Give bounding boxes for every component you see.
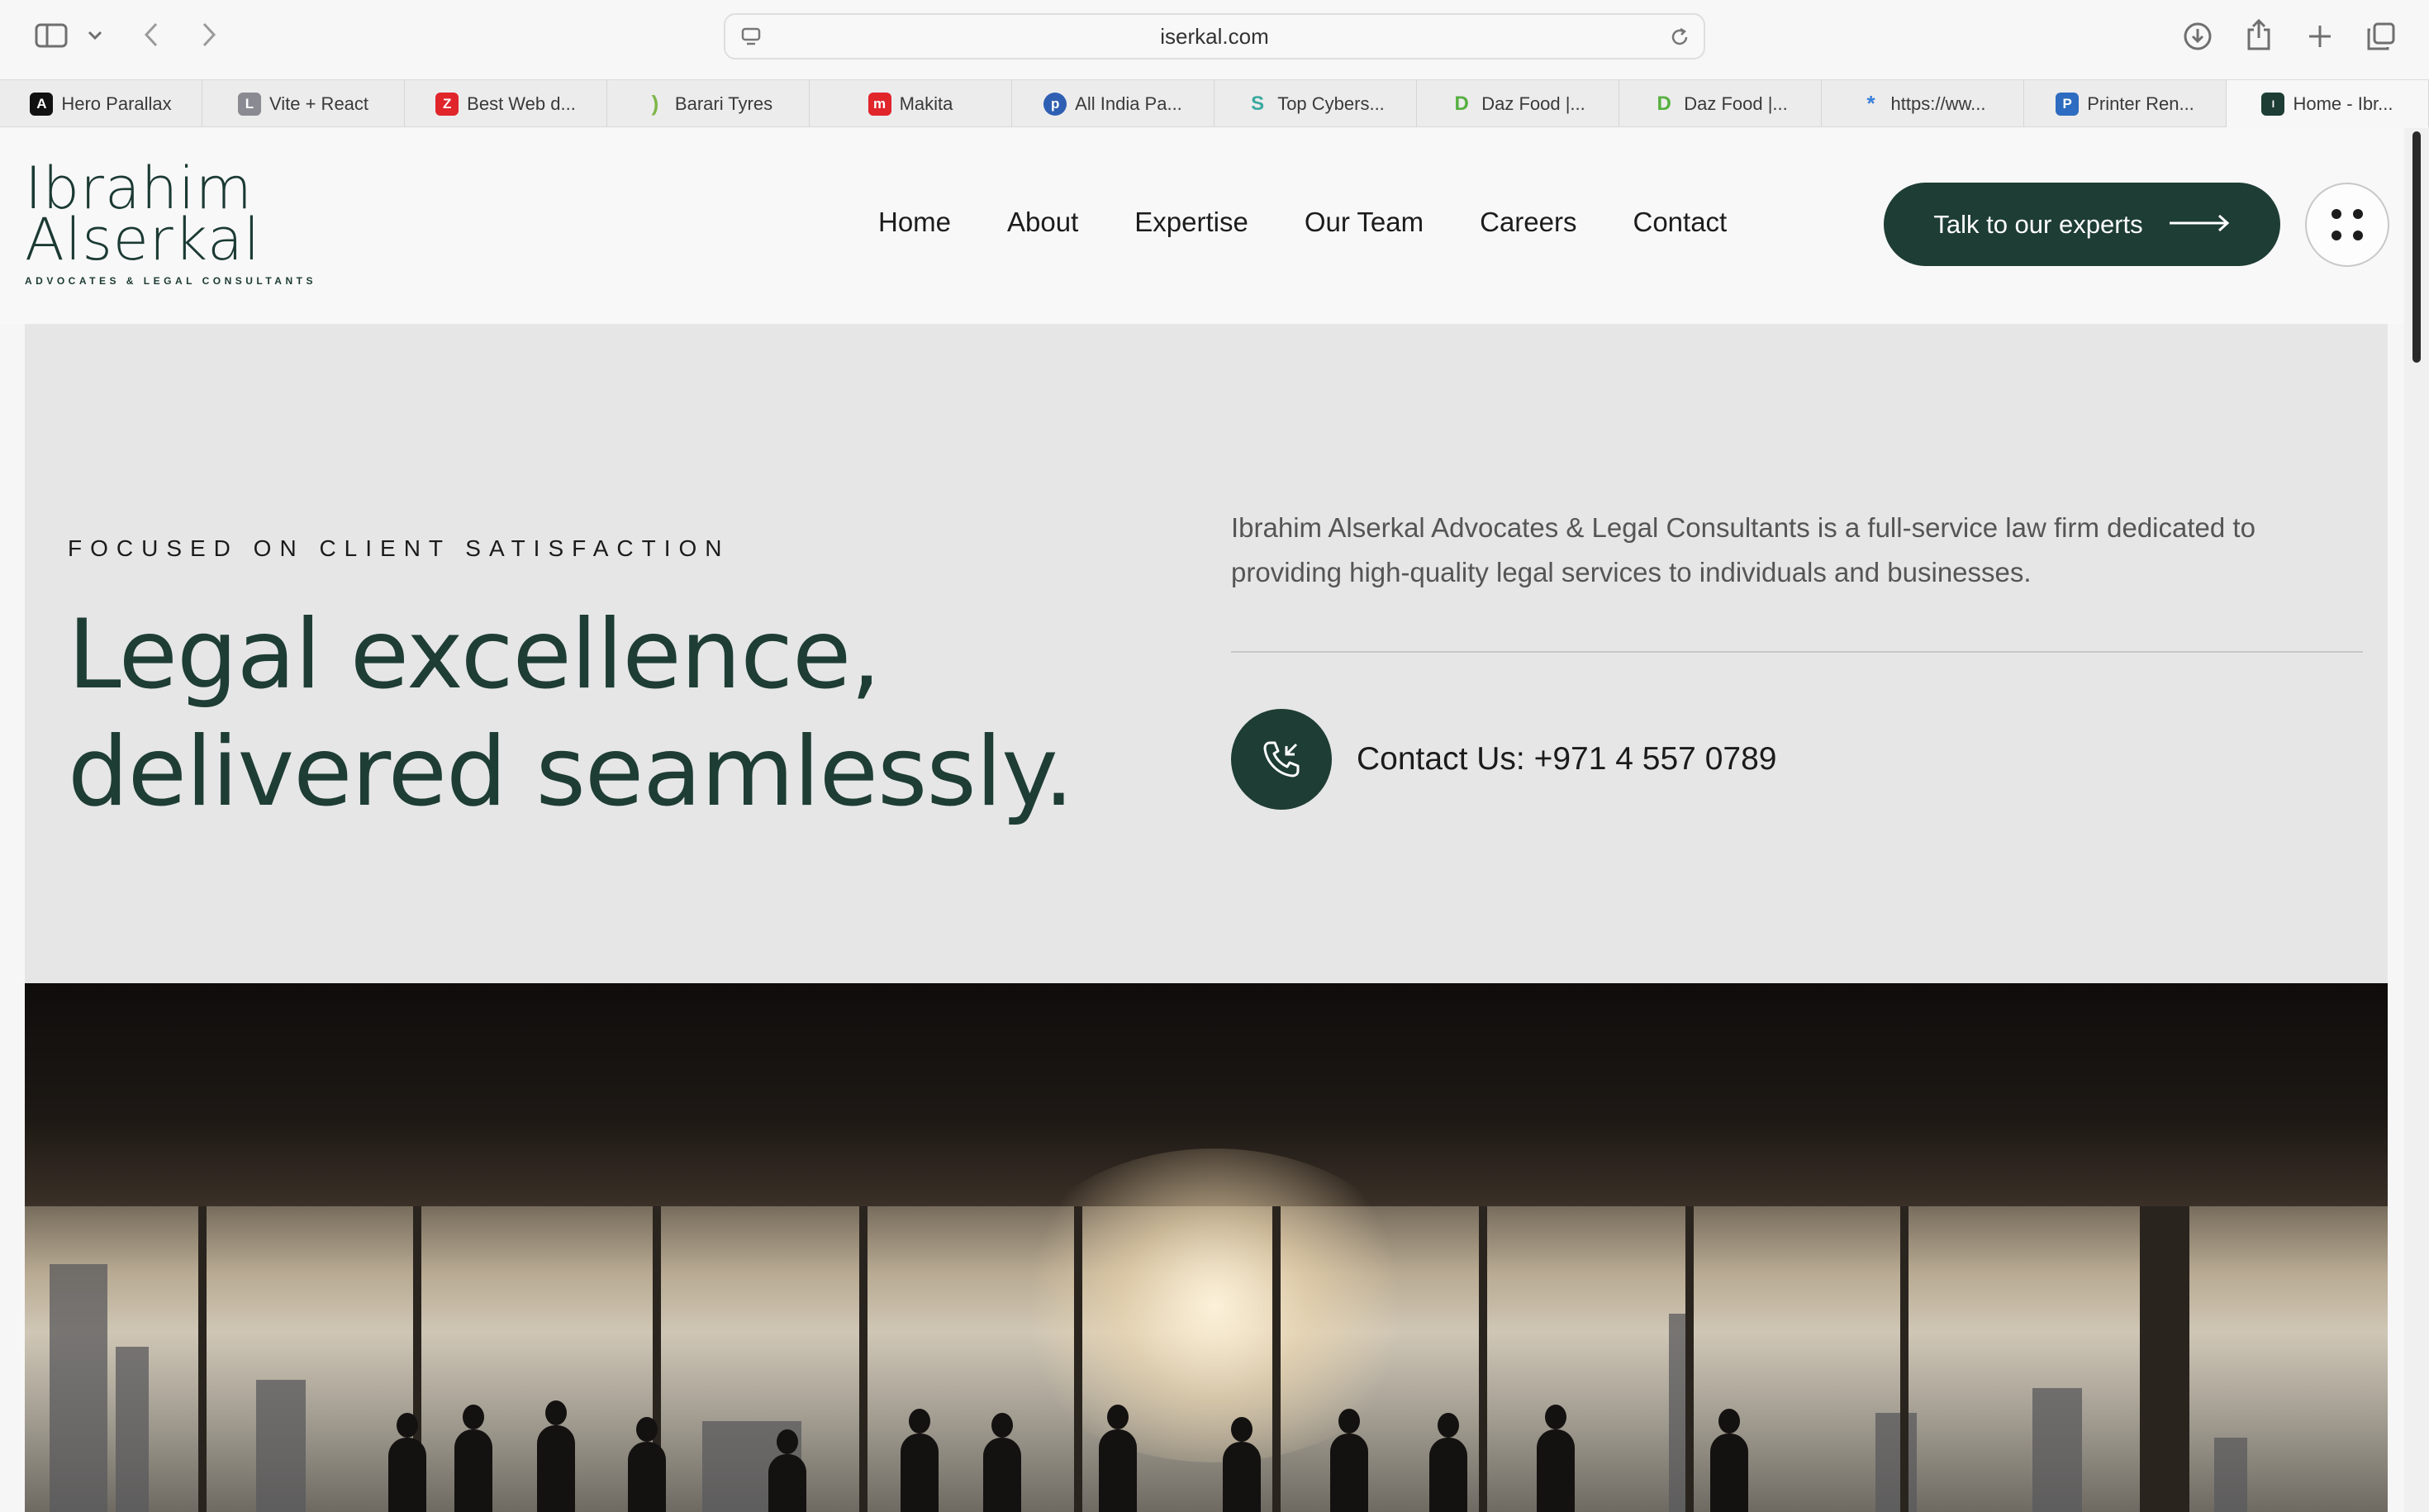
top-cybers-favicon: S (1251, 92, 1265, 115)
cta-label: Talk to our experts (1933, 209, 2143, 239)
tab-title: Home - Ibr... (2293, 93, 2393, 114)
contact-row[interactable]: Contact Us: +971 4 557 0789 (1231, 709, 1776, 810)
nav-our-team[interactable]: Our Team (1305, 207, 1424, 238)
tab-overview-icon[interactable] (2365, 20, 2398, 53)
tab-title: Hero Parallax (61, 93, 172, 114)
contact-phone[interactable]: Contact Us: +971 4 557 0789 (1357, 741, 1776, 777)
tab[interactable]: S Top Cybers... (1214, 80, 1417, 127)
tab[interactable]: A Hero Parallax (0, 80, 202, 127)
tab-title: Daz Food |... (1481, 93, 1585, 114)
tab[interactable]: Z Best Web d... (405, 80, 607, 127)
download-icon[interactable] (2181, 20, 2214, 53)
daz-food-favicon: D (1657, 92, 1671, 115)
tab[interactable]: L Vite + React (202, 80, 405, 127)
logo-subtitle: ADVOCATES & LEGAL CONSULTANTS (25, 275, 316, 287)
tab-active[interactable]: I Home - Ibr... (2227, 80, 2429, 127)
sidebar-toggle-icon[interactable] (33, 21, 69, 50)
hero-headline: Legal excellence, delivered seamlessly. (68, 597, 1074, 831)
best-web-favicon: Z (435, 92, 459, 116)
tab-title: Printer Ren... (2087, 93, 2194, 114)
reload-icon[interactable] (1667, 25, 1692, 50)
hero-section: FOCUSED ON CLIENT SATISFACTION Legal exc… (25, 324, 2388, 983)
tab-title: Top Cybers... (1277, 93, 1385, 114)
tab[interactable]: * https://ww... (1822, 80, 2024, 127)
tab[interactable]: P Printer Ren... (2024, 80, 2227, 127)
talk-to-experts-button[interactable]: Talk to our experts (1884, 183, 2280, 266)
nav-expertise[interactable]: Expertise (1134, 207, 1248, 238)
daz-food-favicon: D (1454, 92, 1469, 115)
scroll-thumb[interactable] (2412, 131, 2421, 363)
hero-parallax-favicon: A (30, 92, 54, 116)
forward-icon[interactable] (197, 20, 221, 50)
hero-eyebrow: FOCUSED ON CLIENT SATISFACTION (68, 535, 730, 561)
nav-about[interactable]: About (1007, 207, 1078, 238)
tab[interactable]: p All India Pa... (1012, 80, 1214, 127)
menu-button[interactable] (2305, 183, 2389, 267)
nav-home[interactable]: Home (878, 207, 951, 238)
headline-line-2: delivered seamlessly. (68, 716, 1074, 828)
tab-bar: A Hero Parallax L Vite + React Z Best Web d… (0, 79, 2429, 127)
back-icon[interactable] (139, 20, 164, 50)
new-tab-icon[interactable] (2303, 20, 2336, 53)
chevron-down-icon[interactable] (86, 26, 104, 45)
logo-line-2: Alserkal (25, 206, 261, 273)
nav-careers[interactable]: Careers (1480, 207, 1576, 238)
tab-title: All India Pa... (1075, 93, 1182, 114)
tab-title: Barari Tyres (674, 93, 773, 114)
arrow-right-icon (2168, 210, 2231, 240)
site-settings-icon[interactable] (739, 25, 763, 50)
tab[interactable]: m Makita (810, 80, 1012, 127)
main-nav: Home About Expertise Our Team Careers Co… (878, 207, 1727, 238)
tab-title: Best Web d... (467, 93, 576, 114)
headline-line-1: Legal excellence, (68, 599, 881, 711)
share-icon[interactable] (2242, 17, 2275, 53)
tab[interactable]: ) Barari Tyres (607, 80, 810, 127)
tab-title: Vite + React (269, 93, 369, 114)
tab-title: https://ww... (1890, 93, 1986, 114)
nav-contact[interactable]: Contact (1633, 207, 1728, 238)
logo[interactable]: Ibrahim Alserkal ADVOCATES & LEGAL CONSU… (25, 159, 316, 287)
address-bar[interactable]: iserkal.com (724, 13, 1705, 59)
tab[interactable]: D Daz Food |... (1619, 80, 1822, 127)
tab-title: Makita (899, 93, 953, 114)
barari-tyres-favicon: ) (651, 91, 659, 116)
office-skyline-photo (25, 983, 2388, 1512)
tab-title: Daz Food |... (1684, 93, 1788, 114)
all-india-favicon: p (1043, 92, 1067, 116)
hero-intro: Ibrahim Alserkal Advocates & Legal Consu… (1231, 512, 2256, 587)
tab[interactable]: D Daz Food |... (1417, 80, 1619, 127)
url-text: iserkal.com (1160, 23, 1269, 49)
generic-site-favicon: * (1866, 91, 1875, 116)
phone-incoming-icon[interactable] (1231, 709, 1332, 810)
page-scrollbar[interactable] (2404, 128, 2429, 1512)
dots-grid-icon (2332, 209, 2363, 240)
printer-favicon: P (2056, 92, 2080, 116)
site-header: Ibrahim Alserkal ADVOCATES & LEGAL CONSU… (0, 128, 2404, 324)
makita-favicon: m (868, 92, 891, 116)
browser-toolbar: iserkal.com (0, 0, 2429, 79)
vite-react-favicon: L (237, 92, 261, 116)
iserkal-favicon: I (2261, 92, 2285, 116)
divider (1231, 651, 2363, 653)
